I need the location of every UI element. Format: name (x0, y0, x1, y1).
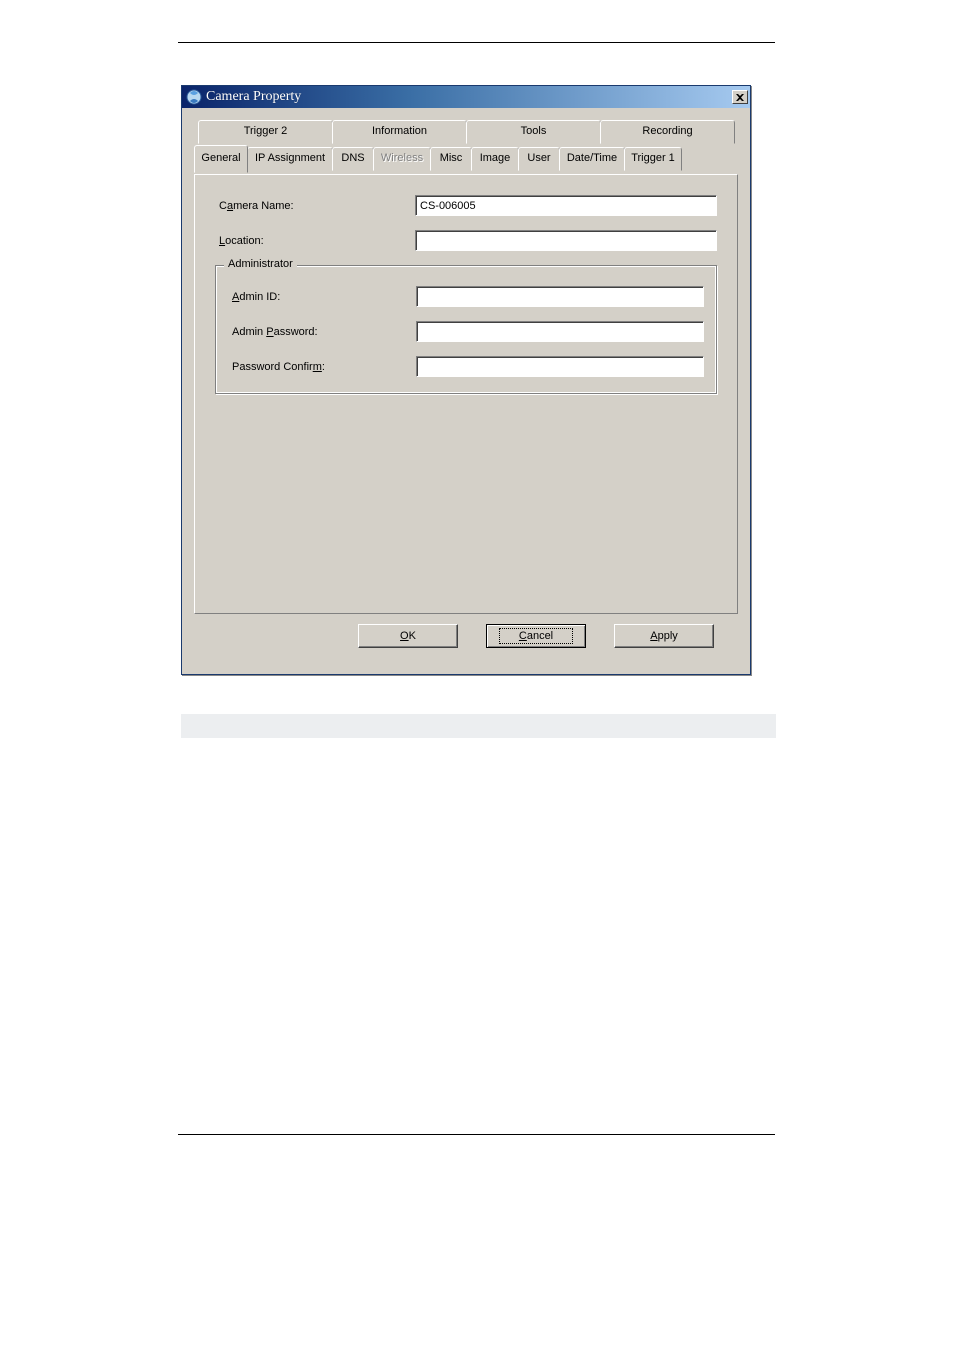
tab-row-back: Trigger 2 Information Tools Recording (198, 120, 734, 144)
page-bottom-rule (178, 1134, 775, 1135)
button-row: OK Cancel Apply (194, 614, 738, 662)
tab-general[interactable]: General (194, 145, 248, 173)
tab-recording[interactable]: Recording (600, 120, 735, 144)
ok-button[interactable]: OK (358, 624, 458, 648)
titlebar: Camera Property (182, 86, 750, 108)
label-camera-name: Camera Name: (215, 200, 415, 212)
input-admin-password[interactable] (416, 321, 704, 342)
label-admin-password: Admin Password: (228, 326, 416, 338)
input-camera-name[interactable] (415, 195, 717, 216)
close-button[interactable] (732, 90, 748, 104)
row-location: Location: (215, 230, 717, 251)
input-admin-id[interactable] (416, 286, 704, 307)
titlebar-title: Camera Property (206, 89, 732, 105)
tab-dns[interactable]: DNS (332, 147, 374, 171)
dialog-body: Trigger 2 Information Tools Recording Ge… (182, 108, 750, 674)
group-administrator: Administrator Admin ID: Admin Password: … (215, 265, 717, 394)
row-password-confirm: Password Confirm: (228, 356, 704, 377)
tab-misc[interactable]: Misc (430, 147, 472, 171)
row-admin-id: Admin ID: (228, 286, 704, 307)
label-admin-id: Admin ID: (228, 291, 416, 303)
tab-page-general: Camera Name: Location: Administrator Adm… (194, 174, 738, 614)
tab-date-time[interactable]: Date/Time (559, 147, 625, 171)
gray-heading-bar (181, 714, 776, 738)
app-icon (186, 89, 202, 105)
camera-property-dialog: Camera Property Trigger 2 Information To… (181, 85, 751, 675)
cancel-button[interactable]: Cancel (486, 624, 586, 648)
tab-image[interactable]: Image (471, 147, 519, 171)
input-location[interactable] (415, 230, 717, 251)
tab-tools[interactable]: Tools (466, 120, 601, 144)
label-password-confirm: Password Confirm: (228, 361, 416, 373)
row-camera-name: Camera Name: (215, 195, 717, 216)
tab-user[interactable]: User (518, 147, 560, 171)
tab-trigger-2[interactable]: Trigger 2 (198, 120, 333, 144)
group-legend: Administrator (224, 258, 297, 270)
input-password-confirm[interactable] (416, 356, 704, 377)
tab-wireless: Wireless (373, 147, 431, 171)
label-location: Location: (215, 235, 415, 247)
tab-information[interactable]: Information (332, 120, 467, 144)
tab-trigger-1[interactable]: Trigger 1 (624, 147, 682, 171)
apply-button[interactable]: Apply (614, 624, 714, 648)
tab-container: Trigger 2 Information Tools Recording Ge… (194, 120, 738, 614)
page-top-rule (178, 42, 775, 43)
tab-row-front: General IP Assignment DNS Wireless Misc … (194, 145, 738, 171)
tab-ip-assignment[interactable]: IP Assignment (247, 147, 333, 171)
row-admin-password: Admin Password: (228, 321, 704, 342)
